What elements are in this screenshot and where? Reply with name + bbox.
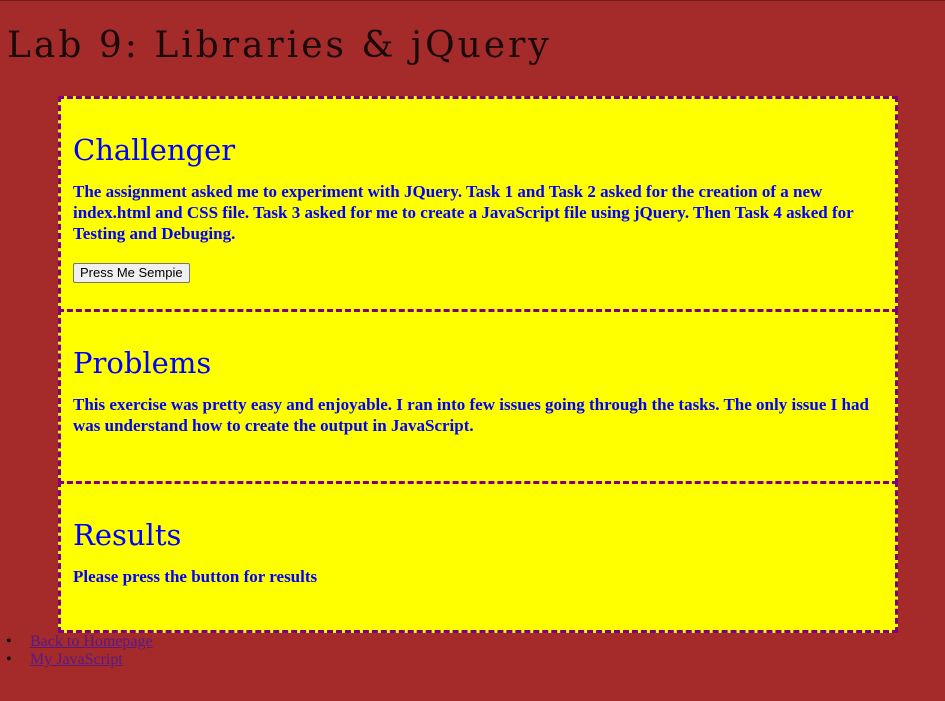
bullet-icon: • xyxy=(6,651,12,668)
section-challenger: Challenger The assignment asked me to ex… xyxy=(58,96,898,312)
top-rule xyxy=(0,0,945,1)
section-problems: Problems This exercise was pretty easy a… xyxy=(58,309,898,484)
page-title: Lab 9: Libraries & jQuery xyxy=(7,25,552,66)
nav-list: • Back to Homepage • My JavaScript xyxy=(0,633,153,669)
section-heading-challenger: Challenger xyxy=(73,133,236,167)
section-text-problems: This exercise was pretty easy and enjoya… xyxy=(73,395,869,435)
section-heading-problems: Problems xyxy=(73,346,212,380)
results-output-text: Please press the button for results xyxy=(73,567,318,586)
bullet-icon: • xyxy=(6,633,12,650)
section-text-challenger: The assignment asked me to experiment wi… xyxy=(73,182,854,243)
press-me-button[interactable]: Press Me Sempie xyxy=(73,263,190,283)
section-results: Results Please press the button for resu… xyxy=(58,481,898,633)
my-javascript-link[interactable]: My JavaScript xyxy=(30,651,123,668)
back-to-homepage-link[interactable]: Back to Homepage xyxy=(30,633,153,650)
nav-item: • My JavaScript xyxy=(6,651,153,669)
content-sections: Challenger The assignment asked me to ex… xyxy=(58,96,898,633)
section-heading-results: Results xyxy=(73,518,182,552)
nav-item: • Back to Homepage xyxy=(6,633,153,651)
